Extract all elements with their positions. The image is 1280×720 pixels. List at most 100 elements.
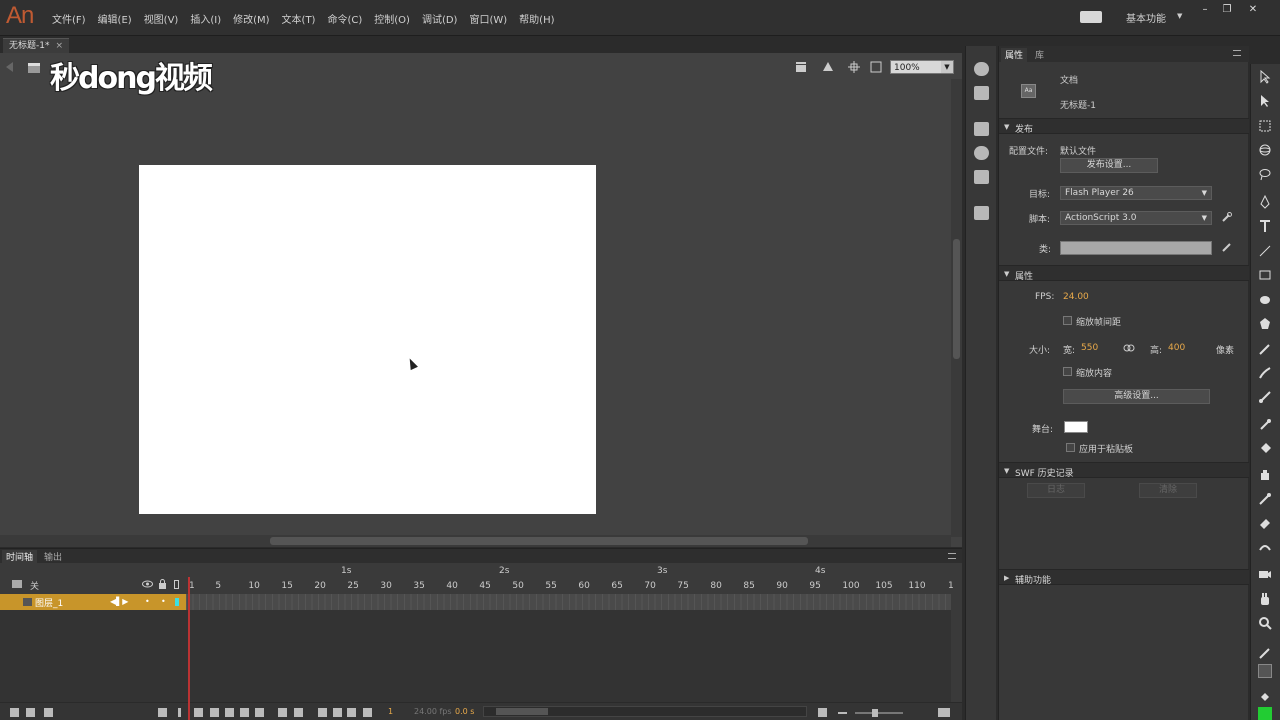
layer-frames[interactable] [186,594,951,610]
bone-tool-icon[interactable] [1258,418,1272,432]
info-icon[interactable] [974,146,989,160]
edit-multiple-frames-icon[interactable] [347,708,356,717]
target-select[interactable]: Flash Player 26 ▼ [1060,186,1212,200]
first-frame-icon[interactable] [194,708,203,717]
frame-size-slider[interactable] [855,712,903,714]
menu-file[interactable]: 文件(F) [46,11,92,26]
edit-symbols-icon[interactable] [822,61,834,73]
section-swf-history[interactable]: ▼ SWF 历史记录 [999,462,1249,479]
new-folder-icon[interactable] [26,708,35,717]
tab-timeline[interactable]: 时间轴 [2,550,38,563]
camera-icon[interactable] [158,708,167,717]
fill-color-icon[interactable] [1258,690,1272,704]
clip-icon[interactable] [870,61,882,73]
back-arrow-icon[interactable] [6,62,13,72]
class-input[interactable] [1060,241,1212,255]
lock-icon[interactable] [158,579,167,589]
trash-icon[interactable] [44,708,53,717]
last-frame-icon[interactable] [255,708,264,717]
link-icon[interactable] [1123,343,1135,353]
eyedropper-tool-icon[interactable] [1258,492,1272,506]
3d-rotation-tool-icon[interactable] [1258,143,1272,157]
onion-outline-icon[interactable] [333,708,342,717]
hand-tool-icon[interactable] [1258,592,1272,606]
line-tool-icon[interactable] [1258,244,1272,258]
scroll-thumb[interactable] [496,708,548,715]
layer-edit-icon[interactable]: ◀▌▶ [110,597,128,606]
stage-color-swatch[interactable] [1064,421,1088,433]
new-layer-icon[interactable] [10,708,19,717]
height-value[interactable]: 400 [1168,343,1185,353]
pencil-tool-icon[interactable] [1258,342,1272,356]
log-button[interactable]: 日志 [1027,483,1085,498]
playhead[interactable] [188,577,190,720]
components-icon[interactable] [974,206,989,220]
timeline-vertical-scrollbar[interactable] [951,594,962,702]
next-frame-icon[interactable] [240,708,249,717]
close-icon[interactable]: × [55,41,63,51]
paint-bucket-tool-icon[interactable] [1258,442,1272,456]
zoom-tool-icon[interactable] [1258,616,1272,630]
outline-icon[interactable] [174,580,179,589]
scale-spans-checkbox[interactable] [1063,316,1072,325]
menu-view[interactable]: 视图(V) [138,11,185,26]
subselection-tool-icon[interactable] [1258,94,1272,108]
frame-ruler[interactable]: 1s 2s 3s 4s 1 5 10 15 20 25 30 35 40 45 50 55 60 65 70 75 80… [186,563,954,593]
fps-readout[interactable]: 24.00 fps [414,707,452,716]
center-frame-icon[interactable] [278,708,287,717]
polystar-tool-icon[interactable] [1258,317,1272,331]
slider-handle[interactable] [872,709,878,717]
zoom-select[interactable]: 100% ▼ [890,60,954,74]
menu-control[interactable]: 控制(O) [368,11,416,26]
pencil-icon[interactable] [1221,242,1232,253]
tab-output[interactable]: 输出 [40,550,66,563]
section-accessibility[interactable]: ▶ 辅助功能 [999,569,1249,586]
paint-brush-tool-icon[interactable] [1258,366,1272,380]
scale-content-checkbox[interactable] [1063,367,1072,376]
width-value[interactable]: 550 [1081,343,1098,353]
menu-edit[interactable]: 编辑(E) [92,11,138,26]
panel-menu-icon[interactable] [948,553,956,559]
lock-dot-icon[interactable]: • [161,597,166,606]
brush-tool-icon[interactable] [1258,390,1272,404]
stroke-color-swatch[interactable] [1258,664,1272,678]
eye-icon[interactable] [142,580,153,588]
stage-horizontal-scrollbar[interactable] [0,535,951,547]
menu-commands[interactable]: 命令(C) [321,11,368,26]
edit-scene-icon[interactable] [795,61,807,73]
previous-frame-icon[interactable] [210,708,219,717]
script-select[interactable]: ActionScript 3.0 ▼ [1060,211,1212,225]
section-publish[interactable]: ▼ 发布 [999,118,1249,135]
sync-settings-icon[interactable] [1080,11,1102,23]
zoom-in-icon[interactable] [938,708,950,717]
document-tab[interactable]: 无标题-1* × [3,38,70,53]
lasso-tool-icon[interactable] [1258,167,1272,181]
menu-modify[interactable]: 修改(M) [227,11,275,26]
stage-canvas[interactable] [139,165,596,514]
menu-window[interactable]: 窗口(W) [463,11,513,26]
swatches-icon[interactable] [974,86,989,100]
menu-insert[interactable]: 插入(I) [184,11,227,26]
close-button[interactable]: ✕ [1244,3,1262,17]
modify-markers-icon[interactable] [363,708,372,717]
width-tool-icon[interactable] [1258,540,1272,554]
pen-tool-icon[interactable] [1258,195,1272,209]
loop-icon[interactable] [294,708,303,717]
undo-icon[interactable] [818,708,827,717]
scroll-thumb[interactable] [270,537,808,545]
visible-dot-icon[interactable]: • [145,597,150,606]
workspace-switcher[interactable]: 基本功能 [1126,10,1166,25]
apply-pasteboard-checkbox[interactable] [1066,443,1075,452]
clear-button[interactable]: 清除 [1139,483,1197,498]
menu-text[interactable]: 文本(T) [276,11,322,26]
stroke-color-icon[interactable] [1258,646,1272,660]
transform-icon[interactable] [974,170,989,184]
current-frame[interactable]: 1 [388,707,393,716]
menu-help[interactable]: 帮助(H) [513,11,560,26]
stage-vertical-scrollbar[interactable] [951,79,962,537]
tab-library[interactable]: 库 [1031,48,1048,61]
panel-menu-icon[interactable] [1233,50,1241,56]
fill-color-swatch[interactable] [1258,707,1272,720]
timeline-horizontal-scrollbar[interactable] [483,706,807,717]
maximize-button[interactable]: ❐ [1218,3,1236,17]
